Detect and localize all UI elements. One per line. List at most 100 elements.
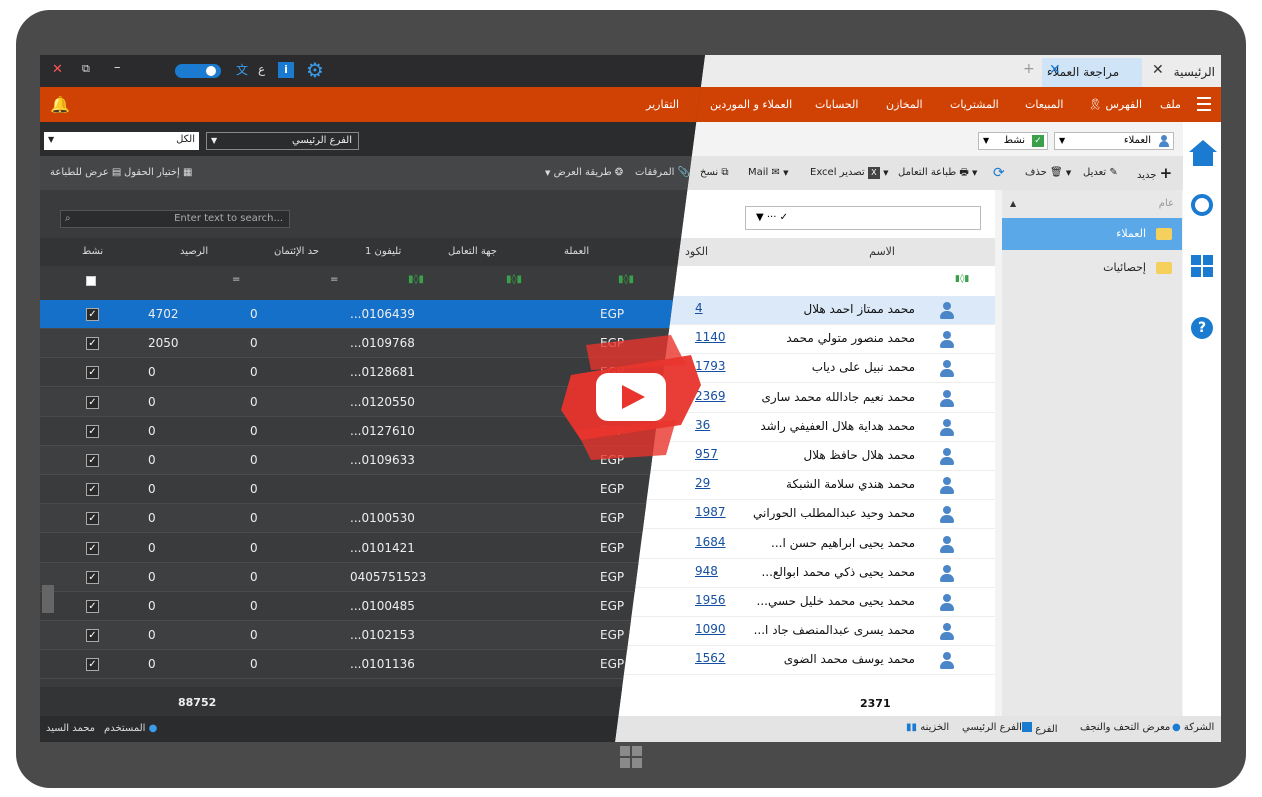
table-row[interactable]: ✓ 0 0 0101421... EGP [40,534,705,563]
customer-code-link[interactable]: 1090 [695,622,726,636]
menu-index[interactable]: الفهرس 🎗 [1088,87,1142,122]
refresh-icon[interactable]: ⟳ [993,156,1005,190]
balance-total: 88752 [178,696,217,709]
column-filter-select[interactable]: ▼ ··· ✓ [745,206,981,230]
chevron-up-icon[interactable]: ▲ [1010,190,1016,218]
active-checkbox[interactable]: ✓ [86,570,99,584]
menu-reports[interactable]: التقارير [646,87,679,122]
tab-home[interactable]: الرئيسية [1174,58,1215,87]
add-tab-icon[interactable]: + [1023,61,1035,77]
menu-accounts[interactable]: الحسابات [815,87,858,122]
choose-fields-button[interactable]: إختيار الحقول ▦ [124,167,192,178]
youtube-play-icon[interactable] [551,315,711,475]
filter-icon[interactable]: ▮◊▮ [506,274,522,285]
column-phone-header[interactable]: تليفون 1 [365,246,401,257]
active-checkbox[interactable]: ✓ [86,308,99,321]
table-row[interactable]: ✓ 0 0 0100530... EGP [40,504,705,534]
customer-code-link[interactable]: 29 [695,476,710,490]
filter-icon[interactable]: ▮◊▮ [955,274,969,284]
theme-toggle[interactable] [175,64,221,78]
customer-code-link[interactable]: 1956 [695,593,726,607]
bell-icon[interactable]: 🔔 [50,95,70,114]
edit-button[interactable]: ✎ تعديل [1083,156,1118,190]
home-icon[interactable] [1189,140,1217,168]
minimize-window-icon[interactable]: – [114,60,121,75]
new-button[interactable]: + جديد [1137,156,1172,190]
table-row[interactable]: ✓ 0 0 EGP [40,475,705,505]
entity-select[interactable]: العملاء ▼ [1054,132,1174,150]
column-name-header[interactable]: الاسم [869,245,895,258]
status-select[interactable]: نشط ▼ ✓ [978,132,1048,150]
print-preview-button[interactable]: عرض للطباعة ▤ [50,167,121,178]
active-checkbox[interactable]: ✓ [86,541,99,555]
table-row[interactable]: محمد يوسف محمد الضوى 1562 [615,646,995,676]
column-currency-header[interactable]: العملة [564,246,589,257]
hamburger-menu-icon[interactable] [1197,97,1211,111]
info-icon[interactable]: i [278,62,294,78]
column-code-header[interactable]: الكود [685,245,708,258]
active-checkbox[interactable]: ✓ [86,366,99,380]
language-indicator[interactable]: ع [258,62,265,76]
table-row[interactable]: ✓ 0 0 0405751523 EGP [40,562,705,592]
active-checkbox[interactable]: ✓ [86,629,99,643]
all-select[interactable]: الكل ▼ [44,132,199,150]
customer-code-link[interactable]: 1987 [695,505,726,519]
print-dealing-button[interactable]: ▼ 🖶 طباعة التعامل [898,156,977,190]
table-row[interactable]: محمد هندي سلامة الشبكة 29 [615,471,995,501]
restore-window-icon[interactable]: ⧉ [82,62,90,76]
table-row[interactable]: محمد يحيى ابراهيم حسن ا... 1684 [615,530,995,559]
active-filter-checkbox[interactable] [86,276,96,286]
gear-icon[interactable]: ⚙ [306,58,324,82]
active-checkbox[interactable]: ✓ [86,454,99,467]
active-checkbox[interactable]: ✓ [86,424,99,438]
active-checkbox[interactable]: ✓ [86,483,99,497]
close-tab-customers-icon[interactable]: ✕ [1049,62,1061,78]
column-dealing-header[interactable]: جهة التعامل [448,246,497,257]
copy-button[interactable]: ⧉ نسخ [700,156,729,190]
table-row[interactable]: محمد يسرى عبدالمنصف جاد ا... 1090 [615,617,995,647]
translate-icon[interactable]: 文 [236,61,248,78]
mail-button[interactable]: ▼ ✉ Mail [748,156,788,190]
attachments-button[interactable]: المرفقات 📎 [635,167,690,178]
table-row[interactable]: محمد يحيى ذكي محمد ابوالع... 948 [615,559,995,588]
search-icon[interactable] [1191,194,1213,216]
customer-code-link[interactable]: 1562 [695,651,726,665]
delete-button[interactable]: ▼ 🗑 حذف [1025,156,1071,190]
search-input[interactable]: ⌕ Enter text to search... [60,210,290,228]
menu-purchases[interactable]: المشتريات [950,87,999,122]
column-balance-header[interactable]: الرصيد [180,246,208,257]
table-row[interactable]: محمد يحيى محمد خليل حسي... 1956 [615,588,995,617]
windows-icon[interactable] [1191,255,1213,277]
customers-count: 2371 [860,697,891,710]
column-credit-limit-header[interactable]: حد الإئتمان [274,246,319,257]
customer-code-link[interactable]: 1684 [695,535,726,549]
filter-icon[interactable]: ▮◊▮ [408,274,424,285]
close-tab-home-icon[interactable]: ✕ [1152,62,1164,78]
export-excel-button[interactable]: ▼ X تصدير Excel [810,156,888,190]
active-checkbox[interactable]: ✓ [86,600,99,613]
active-checkbox[interactable]: ✓ [86,658,99,672]
close-window-icon[interactable]: ✕ [52,62,63,77]
currency-cell: EGP [600,540,625,555]
tree-item-customers[interactable]: العملاء [1002,218,1182,250]
filter-icon[interactable]: ▮◊▮ [618,274,634,285]
column-active-header[interactable]: نشط [82,246,103,257]
customer-code-link[interactable]: 948 [695,564,718,578]
view-mode-button[interactable]: ▼ طريقة العرض ❂ [545,167,623,178]
equals-filter-icon[interactable]: = [232,274,240,285]
customer-code-link[interactable]: 4 [695,301,703,315]
table-row[interactable]: محمد وحيد عبدالمطلب الحوراني 1987 [615,500,995,530]
active-checkbox[interactable]: ✓ [86,395,99,409]
help-icon[interactable]: ? [1191,317,1213,339]
tree-item-statistics[interactable]: إحصائيات [1002,252,1182,284]
menu-stores[interactable]: المخازن [886,87,923,122]
menu-sales[interactable]: المبيعات [1025,87,1063,122]
active-checkbox[interactable]: ✓ [86,512,99,526]
active-checkbox[interactable]: ✓ [86,337,99,351]
menu-file[interactable]: ملف [1160,87,1181,122]
windows-logo-icon[interactable] [620,746,642,768]
menu-customers-suppliers[interactable]: العملاء و الموردين [710,87,792,122]
branch-select[interactable]: الفرع الرئيسي ▼ [206,132,359,150]
equals-filter-icon[interactable]: = [330,274,338,285]
scrollbar-thumb[interactable] [42,585,54,613]
